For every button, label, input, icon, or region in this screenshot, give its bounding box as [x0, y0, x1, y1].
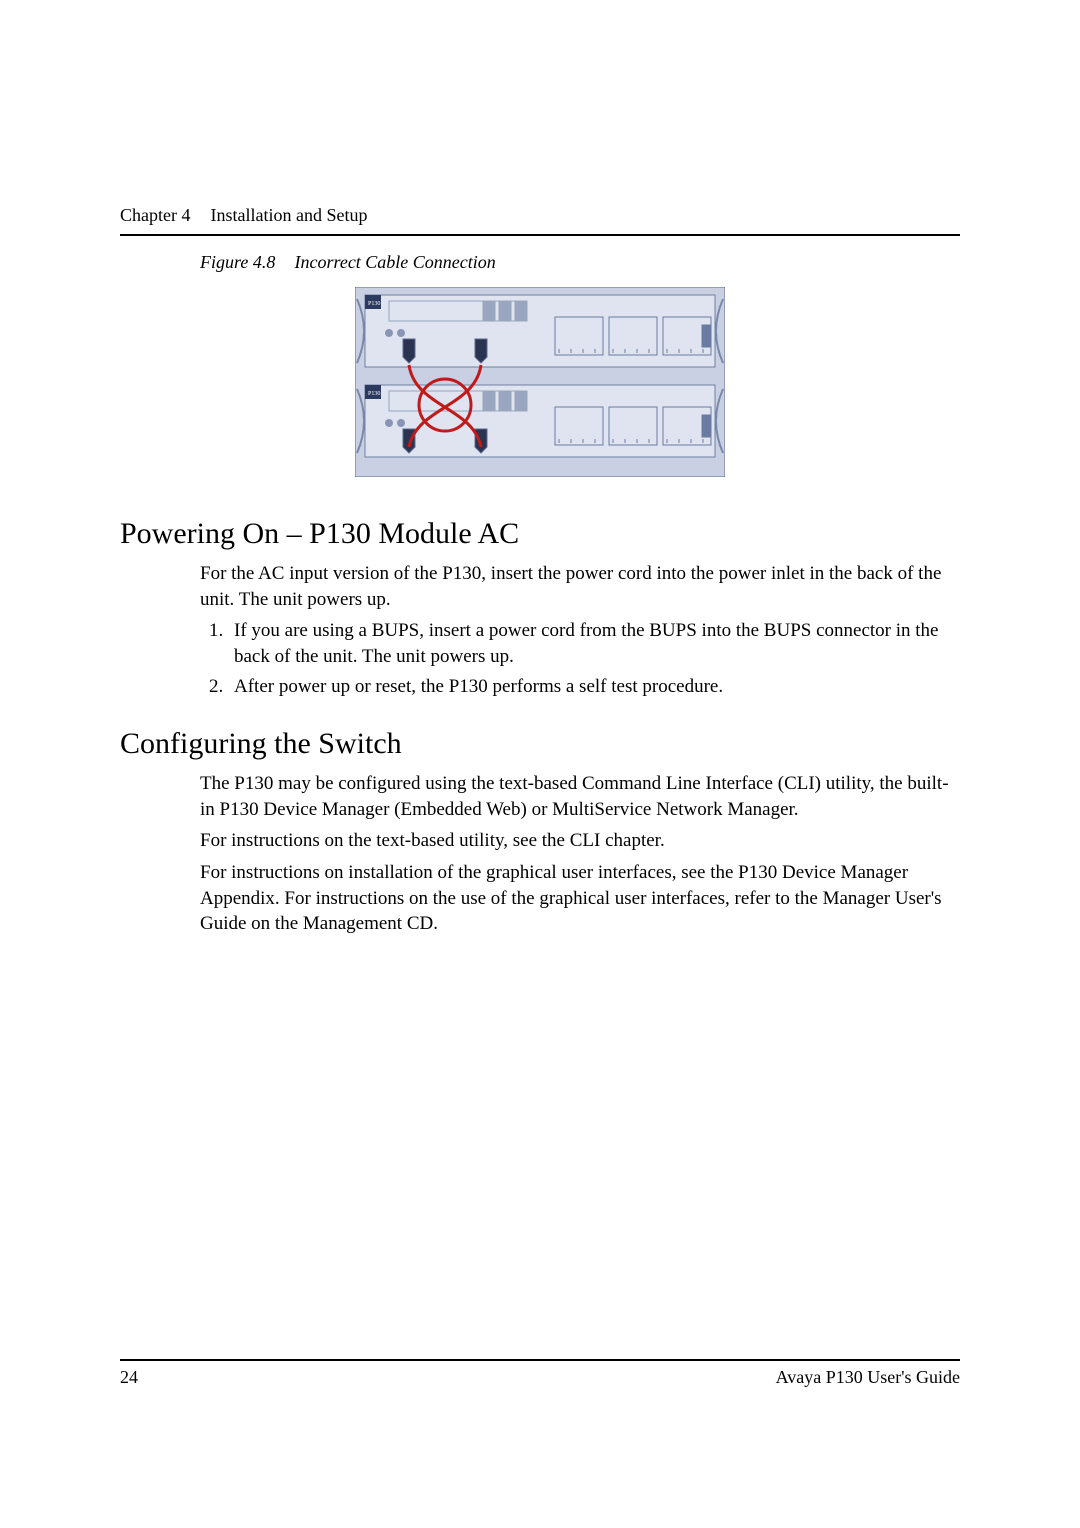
ordered-list: If you are using a BUPS, insert a power …: [200, 618, 960, 699]
section-heading-config: Configuring the Switch: [120, 727, 960, 761]
figure-number: Figure 4.8: [200, 252, 290, 273]
svg-text:P130: P130: [368, 301, 380, 307]
figure-title: Incorrect Cable Connection: [295, 252, 496, 272]
paragraph: For instructions on installation of the …: [200, 860, 960, 937]
paragraph: For the AC input version of the P130, in…: [200, 561, 960, 612]
document-page: Chapter 4 Installation and Setup Figure …: [0, 0, 1080, 1528]
list-item: If you are using a BUPS, insert a power …: [228, 618, 960, 669]
figure-incorrect-cable: P130: [355, 287, 725, 477]
section-heading-power: Powering On – P130 Module AC: [120, 517, 960, 551]
running-header: Chapter 4 Installation and Setup: [120, 205, 960, 226]
guide-title: Avaya P130 User's Guide: [776, 1367, 960, 1388]
figure-caption: Figure 4.8 Incorrect Cable Connection: [200, 252, 960, 273]
chapter-title: Installation and Setup: [210, 205, 367, 226]
page-footer: 24 Avaya P130 User's Guide: [120, 1359, 960, 1388]
header-rule: [120, 234, 960, 236]
footer-rule: [120, 1359, 960, 1361]
page-number: 24: [120, 1367, 138, 1388]
paragraph: The P130 may be configured using the tex…: [200, 771, 960, 822]
paragraph: For instructions on the text-based utili…: [200, 828, 960, 854]
cable-diagram-icon: P130: [355, 287, 725, 477]
chapter-label: Chapter 4: [120, 205, 190, 226]
list-item: After power up or reset, the P130 perfor…: [228, 674, 960, 700]
svg-text:P130: P130: [368, 391, 380, 397]
